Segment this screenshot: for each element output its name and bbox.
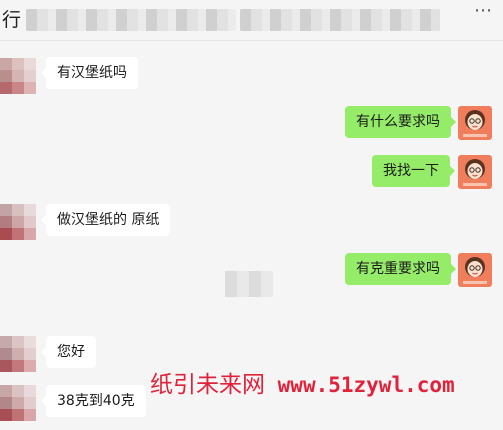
user-avatar[interactable] [458, 155, 492, 189]
contact-avatar[interactable] [0, 58, 36, 94]
message-bubble-sent[interactable]: 有克重要求吗 [345, 253, 456, 285]
watermark: 纸引未来网 www.51zywl.com [150, 370, 455, 400]
user-avatar[interactable] [458, 106, 492, 140]
header-divider [0, 40, 503, 41]
cartoon-girl-icon [463, 257, 487, 284]
message-bubble-sent[interactable]: 有什么要求吗 [345, 106, 456, 138]
watermark-brand: 纸引未来网 [150, 372, 265, 398]
contact-avatar[interactable] [0, 385, 36, 421]
chat-header: 行 ⋯ [0, 0, 503, 40]
more-dots-icon[interactable]: ⋯ [474, 0, 493, 21]
cartoon-girl-icon [463, 159, 487, 186]
blurred-timestamp [225, 271, 273, 297]
watermark-url: www.51zywl.com [277, 373, 455, 397]
contact-avatar[interactable] [0, 204, 36, 240]
cartoon-girl-icon [463, 110, 487, 137]
user-avatar[interactable] [458, 253, 492, 287]
message-bubble-received[interactable]: 38克到40克 [41, 385, 146, 417]
blurred-chat-name-extra [240, 9, 440, 31]
message-bubble-received[interactable]: 有汉堡纸吗 [41, 57, 138, 89]
message-bubble-received[interactable]: 做汉堡纸的 原纸 [40, 204, 171, 236]
message-bubble-received[interactable]: 您好 [41, 336, 96, 368]
blurred-chat-name [26, 9, 236, 31]
message-bubble-sent[interactable]: 我找一下 [372, 155, 455, 187]
contact-avatar[interactable] [0, 336, 36, 372]
chat-title: 行 [2, 9, 22, 31]
